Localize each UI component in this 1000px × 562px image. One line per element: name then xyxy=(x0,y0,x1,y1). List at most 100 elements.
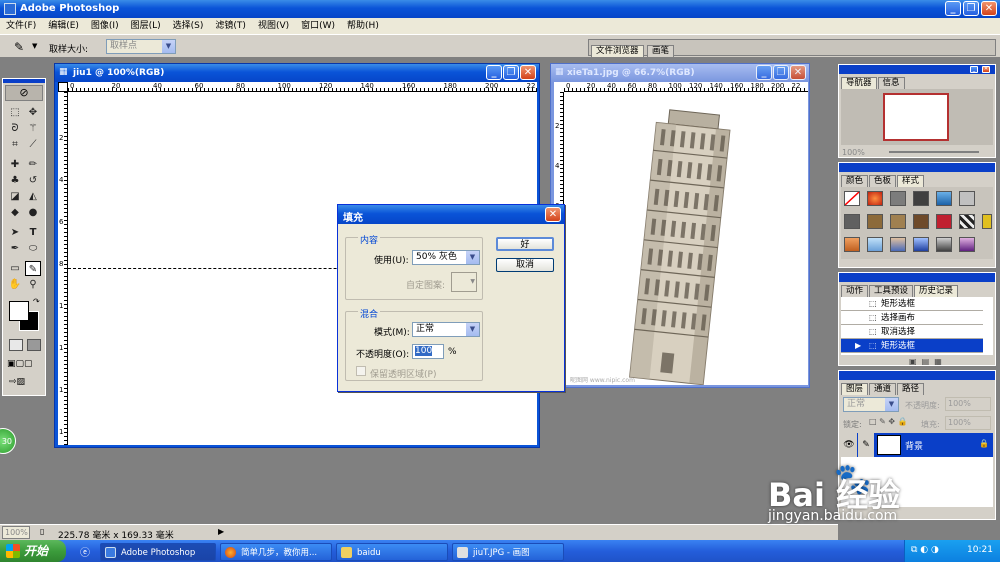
style-swatch[interactable] xyxy=(959,214,975,229)
swap-colors-icon[interactable]: ↷ xyxy=(33,297,40,306)
navigator-zoom-slider[interactable] xyxy=(889,151,979,153)
ok-button[interactable]: 好 xyxy=(496,237,554,251)
doc1-close-button[interactable]: ✕ xyxy=(520,65,536,80)
taskbar-photoshop[interactable]: Adobe Photoshop xyxy=(100,543,216,561)
menu-filter[interactable]: 滤镜(T) xyxy=(209,18,252,34)
hand-tool-icon[interactable]: ✋ xyxy=(7,277,23,292)
menu-select[interactable]: 选择(S) xyxy=(167,18,210,34)
navigator-zoom[interactable]: 100% xyxy=(842,148,865,157)
tab-actions[interactable]: 动作 xyxy=(841,285,869,297)
tab-file-browser[interactable]: 文件浏览器 xyxy=(591,45,644,57)
style-swatch[interactable] xyxy=(867,214,883,229)
dodge-tool-icon[interactable]: ● xyxy=(25,205,41,220)
fill-dialog-title-bar[interactable]: 填充 ✕ xyxy=(338,205,564,224)
doc2-minimize-button[interactable]: _ xyxy=(756,65,772,80)
layers-panel-header[interactable] xyxy=(839,371,995,380)
maximize-button[interactable]: ❐ xyxy=(963,1,979,16)
style-swatch[interactable] xyxy=(890,191,906,206)
lock-icons[interactable]: □ ✎ ✥ 🔒 xyxy=(869,417,908,426)
style-swatch[interactable] xyxy=(913,237,929,252)
tab-swatches[interactable]: 色板 xyxy=(869,175,897,187)
menu-file[interactable]: 文件(F) xyxy=(0,18,42,34)
path-selection-tool-icon[interactable]: ➤ xyxy=(7,225,23,240)
tab-color[interactable]: 颜色 xyxy=(841,175,869,187)
taskbar-paint[interactable]: jiuT.JPG - 画图 xyxy=(452,543,564,561)
history-brush-tool-icon[interactable]: ↺ xyxy=(25,173,41,188)
cancel-button[interactable]: 取消 xyxy=(496,258,554,272)
tab-paths[interactable]: 路径 xyxy=(897,383,925,395)
sample-size-select[interactable]: 取样点 ▼ xyxy=(106,39,176,54)
layer-visibility-eye-icon[interactable]: 👁 xyxy=(841,433,857,457)
fill-dialog-close-button[interactable]: ✕ xyxy=(545,207,561,222)
eyedropper-tool-icon[interactable]: ✎ xyxy=(14,40,24,54)
menu-view[interactable]: 视图(V) xyxy=(252,18,295,34)
layer-blend-mode-select[interactable]: 正常 ▼ xyxy=(843,397,899,412)
custom-pattern-picker[interactable]: ▼ xyxy=(451,272,477,292)
style-swatch[interactable] xyxy=(844,214,860,229)
menu-help[interactable]: 帮助(H) xyxy=(341,18,385,34)
preserve-transparency-checkbox[interactable] xyxy=(356,366,366,376)
quick-launch-ie-icon[interactable]: ⓔ xyxy=(80,544,90,559)
layer-opacity-input[interactable]: 100% xyxy=(945,397,991,411)
tab-brushes[interactable]: 画笔 xyxy=(647,45,675,57)
lasso-tool-icon[interactable]: ᘐ xyxy=(7,121,23,136)
history-item-selected[interactable]: ▶ ⬚ 矩形选框 xyxy=(841,339,983,353)
use-select[interactable]: 50% 灰色 ▼ xyxy=(412,250,480,265)
style-swatch[interactable] xyxy=(867,237,883,252)
tab-tool-presets[interactable]: 工具预设 xyxy=(869,285,914,297)
taskbar-browser[interactable]: 简单几步，教你用... xyxy=(220,543,332,561)
style-swatch[interactable] xyxy=(982,214,992,229)
notification-badge[interactable]: 30 xyxy=(0,428,16,454)
style-swatch[interactable] xyxy=(890,214,906,229)
doc1-ruler-corner[interactable] xyxy=(58,82,68,92)
style-swatch[interactable] xyxy=(959,237,975,252)
doc1-title-bar[interactable]: ▦ jiu1 @ 100%(RGB) _ ❐ ✕ xyxy=(55,64,539,82)
navigator-panel-header[interactable]: _ ✕ xyxy=(839,65,995,74)
adobe-online-icon[interactable]: ⊘ xyxy=(5,85,43,101)
doc2-title-bar[interactable]: ▦ xieTa1.jpg @ 66.7%(RGB) _ ❐ ✕ xyxy=(551,64,809,82)
screen-mode-icon[interactable]: ▣▢▢ xyxy=(7,359,43,371)
history-item[interactable]: ⬚ 选择画布 xyxy=(841,311,983,325)
tab-styles[interactable]: 样式 xyxy=(897,175,925,187)
blur-tool-icon[interactable]: ◆ xyxy=(7,205,23,220)
clone-stamp-tool-icon[interactable]: ♣ xyxy=(7,173,23,188)
doc1-minimize-button[interactable]: _ xyxy=(486,65,502,80)
style-swatch[interactable] xyxy=(959,191,975,206)
menu-window[interactable]: 窗口(W) xyxy=(295,18,341,34)
status-menu-arrow-icon[interactable]: ▶ xyxy=(218,527,224,536)
zoom-tool-icon[interactable]: ⚲ xyxy=(25,277,41,292)
tab-layers[interactable]: 图层 xyxy=(841,383,869,395)
quick-mask-mode-icon[interactable] xyxy=(27,339,41,351)
style-swatch[interactable] xyxy=(936,191,952,206)
status-zoom[interactable]: 100% xyxy=(2,526,30,539)
history-item[interactable]: ⬚ 矩形选框 xyxy=(841,297,983,311)
marquee-tool-icon[interactable]: ⬚ xyxy=(7,105,23,120)
notes-tool-icon[interactable]: ▭ xyxy=(7,261,23,276)
move-tool-icon[interactable]: ✥ xyxy=(25,105,41,120)
paint-bucket-tool-icon[interactable]: ◭ xyxy=(25,189,41,204)
tab-history[interactable]: 历史记录 xyxy=(914,285,959,297)
foreground-color-swatch[interactable] xyxy=(9,301,29,321)
style-swatch[interactable] xyxy=(913,191,929,206)
style-swatch[interactable] xyxy=(844,237,860,252)
navigator-view-box[interactable] xyxy=(883,93,949,141)
style-none-swatch[interactable] xyxy=(844,191,860,206)
tab-navigator[interactable]: 导航器 xyxy=(841,77,877,89)
menu-image[interactable]: 图像(I) xyxy=(85,18,125,34)
taskbar-baidu-folder[interactable]: baidu xyxy=(336,543,448,561)
mode-select[interactable]: 正常 ▼ xyxy=(412,322,480,337)
style-swatch[interactable] xyxy=(936,237,952,252)
eyedropper-icon[interactable]: ✎ xyxy=(25,261,41,276)
shape-tool-icon[interactable]: ⬭ xyxy=(25,241,41,256)
style-swatch[interactable] xyxy=(913,214,929,229)
history-panel-header[interactable] xyxy=(839,273,995,282)
doc2-canvas[interactable]: 昵图网 www.nipic.com xyxy=(564,92,808,385)
slice-tool-icon[interactable]: ⟋ xyxy=(25,137,41,152)
start-button[interactable]: 开始 xyxy=(0,540,66,562)
doc2-maximize-button[interactable]: ❐ xyxy=(773,65,789,80)
pen-tool-icon[interactable]: ✒ xyxy=(7,241,23,256)
eraser-tool-icon[interactable]: ◪ xyxy=(7,189,23,204)
close-button[interactable]: ✕ xyxy=(981,1,997,16)
style-swatch[interactable] xyxy=(890,237,906,252)
layer-fill-input[interactable]: 100% xyxy=(945,416,991,430)
